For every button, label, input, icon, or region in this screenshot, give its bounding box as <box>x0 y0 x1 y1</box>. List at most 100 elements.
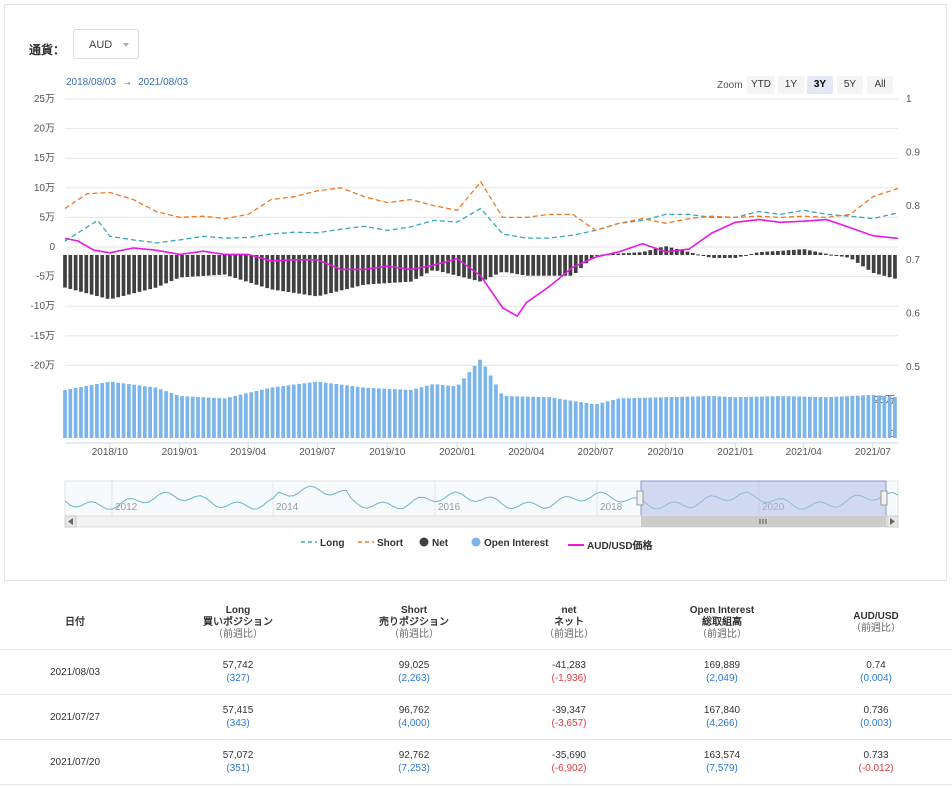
net-bar <box>722 255 727 258</box>
open-interest-bar <box>637 397 642 438</box>
left-axis-tick: 5万 <box>39 212 55 223</box>
open-interest-bar <box>595 404 599 438</box>
line-legend-icon <box>568 544 584 546</box>
cell-net-value: -39,347 <box>552 705 586 716</box>
open-interest-bar <box>297 383 301 438</box>
net-bar <box>355 255 360 287</box>
net-bar <box>520 255 525 276</box>
open-interest-bar <box>392 389 397 438</box>
open-interest-bar <box>749 396 754 438</box>
open-interest-bar <box>180 396 184 438</box>
header-audusd-sub: （前週比） <box>851 623 901 634</box>
open-interest-bar <box>738 397 743 438</box>
net-bar <box>504 255 509 273</box>
cell-oi: 169,889 (2,049) <box>662 659 782 685</box>
net-bar <box>424 255 429 274</box>
net-bar <box>206 255 211 276</box>
open-interest-bar <box>105 382 110 438</box>
open-interest-bar <box>318 381 323 438</box>
right-axis-tick: 0.5 <box>906 362 920 373</box>
open-interest-bar <box>270 387 275 438</box>
left-axis-tick: 20万 <box>34 124 55 135</box>
open-interest-bar <box>313 381 317 438</box>
legend-item-net[interactable]: Net <box>419 537 448 549</box>
net-bar <box>526 255 530 276</box>
open-interest-bar <box>126 384 131 438</box>
net-bar <box>690 253 695 255</box>
open-interest-bar <box>781 396 786 438</box>
net-bar <box>307 255 312 296</box>
open-interest-bar <box>68 389 73 438</box>
net-bar <box>233 255 238 278</box>
open-interest-bar <box>79 387 83 438</box>
open-interest-bar <box>611 399 615 438</box>
open-interest-bar <box>882 395 887 438</box>
net-bar <box>350 255 355 288</box>
open-interest-bar <box>792 396 796 438</box>
net-bar <box>823 253 828 255</box>
cell-oi: 163,574 (7,579) <box>662 749 782 775</box>
legend-item-long[interactable]: Long <box>301 537 344 549</box>
net-bar <box>387 255 392 283</box>
net-bar <box>254 255 259 285</box>
net-bar <box>839 255 844 257</box>
cell-long-value: 57,072 <box>222 750 254 761</box>
open-interest-bar <box>329 383 333 438</box>
open-interest-bar <box>111 381 115 438</box>
legend-item-short[interactable]: Short <box>358 537 403 549</box>
open-interest-bar <box>132 384 137 438</box>
cell-oi-change: (2,049) <box>706 673 738 684</box>
header-open-interest: Open Interest 総取組高 （前週比） <box>662 605 782 641</box>
cell-net: -39,347 (-3,657) <box>509 704 629 730</box>
open-interest-bar <box>217 398 222 438</box>
open-interest-bar <box>871 394 876 438</box>
net-bar <box>792 249 796 255</box>
open-interest-bar <box>877 395 881 438</box>
header-short: Short 売りポジション （前週比） <box>354 605 474 641</box>
legend-item-audusd[interactable]: AUD/USD価格 <box>568 537 653 552</box>
open-interest-bar <box>142 386 147 438</box>
open-interest-bar <box>377 388 381 438</box>
legend-item-open-interest[interactable]: Open Interest <box>471 537 548 549</box>
net-bar <box>754 252 759 255</box>
navigator-handle-left <box>636 490 644 506</box>
cell-price: 0.736 (0.003) <box>816 704 936 730</box>
open-interest-bar <box>621 398 626 438</box>
net-bar <box>408 255 413 282</box>
cell-date: 2021/08/03 <box>49 667 101 678</box>
net-bar <box>377 255 381 284</box>
open-interest-bar <box>467 372 472 438</box>
cell-short-value: 96,762 <box>398 705 430 716</box>
open-interest-bar <box>802 396 807 438</box>
header-date-label: 日付 <box>65 617 85 628</box>
net-bar <box>190 255 195 277</box>
open-interest-bar <box>137 385 142 438</box>
net-bar <box>616 253 621 255</box>
net-bar <box>701 255 706 256</box>
net-bar <box>871 255 876 273</box>
open-interest-bar <box>84 386 89 438</box>
net-bar <box>664 246 669 255</box>
cell-long-value: 57,742 <box>222 660 254 671</box>
open-interest-bar <box>632 398 637 438</box>
net-bar <box>121 255 126 296</box>
net-bar <box>238 255 243 280</box>
x-axis-tick: 2018/10 <box>92 447 129 458</box>
dot-legend-icon <box>471 537 481 547</box>
net-bar <box>786 250 791 255</box>
legend-label-net: Net <box>432 538 449 549</box>
net-bar <box>95 255 99 296</box>
open-interest-bar <box>366 387 371 438</box>
net-bar <box>68 255 73 289</box>
open-interest-bar <box>813 396 818 438</box>
cell-long-change: (327) <box>226 673 250 684</box>
net-bar <box>706 255 711 258</box>
net-bar <box>749 253 754 255</box>
net-bar <box>536 255 541 276</box>
net-bar <box>510 255 514 274</box>
right-axis-tick: 0.9 <box>906 148 920 159</box>
open-interest-bar <box>733 397 738 438</box>
open-interest-bar <box>238 394 243 438</box>
open-interest-bar <box>206 397 211 438</box>
net-bar <box>446 255 450 274</box>
